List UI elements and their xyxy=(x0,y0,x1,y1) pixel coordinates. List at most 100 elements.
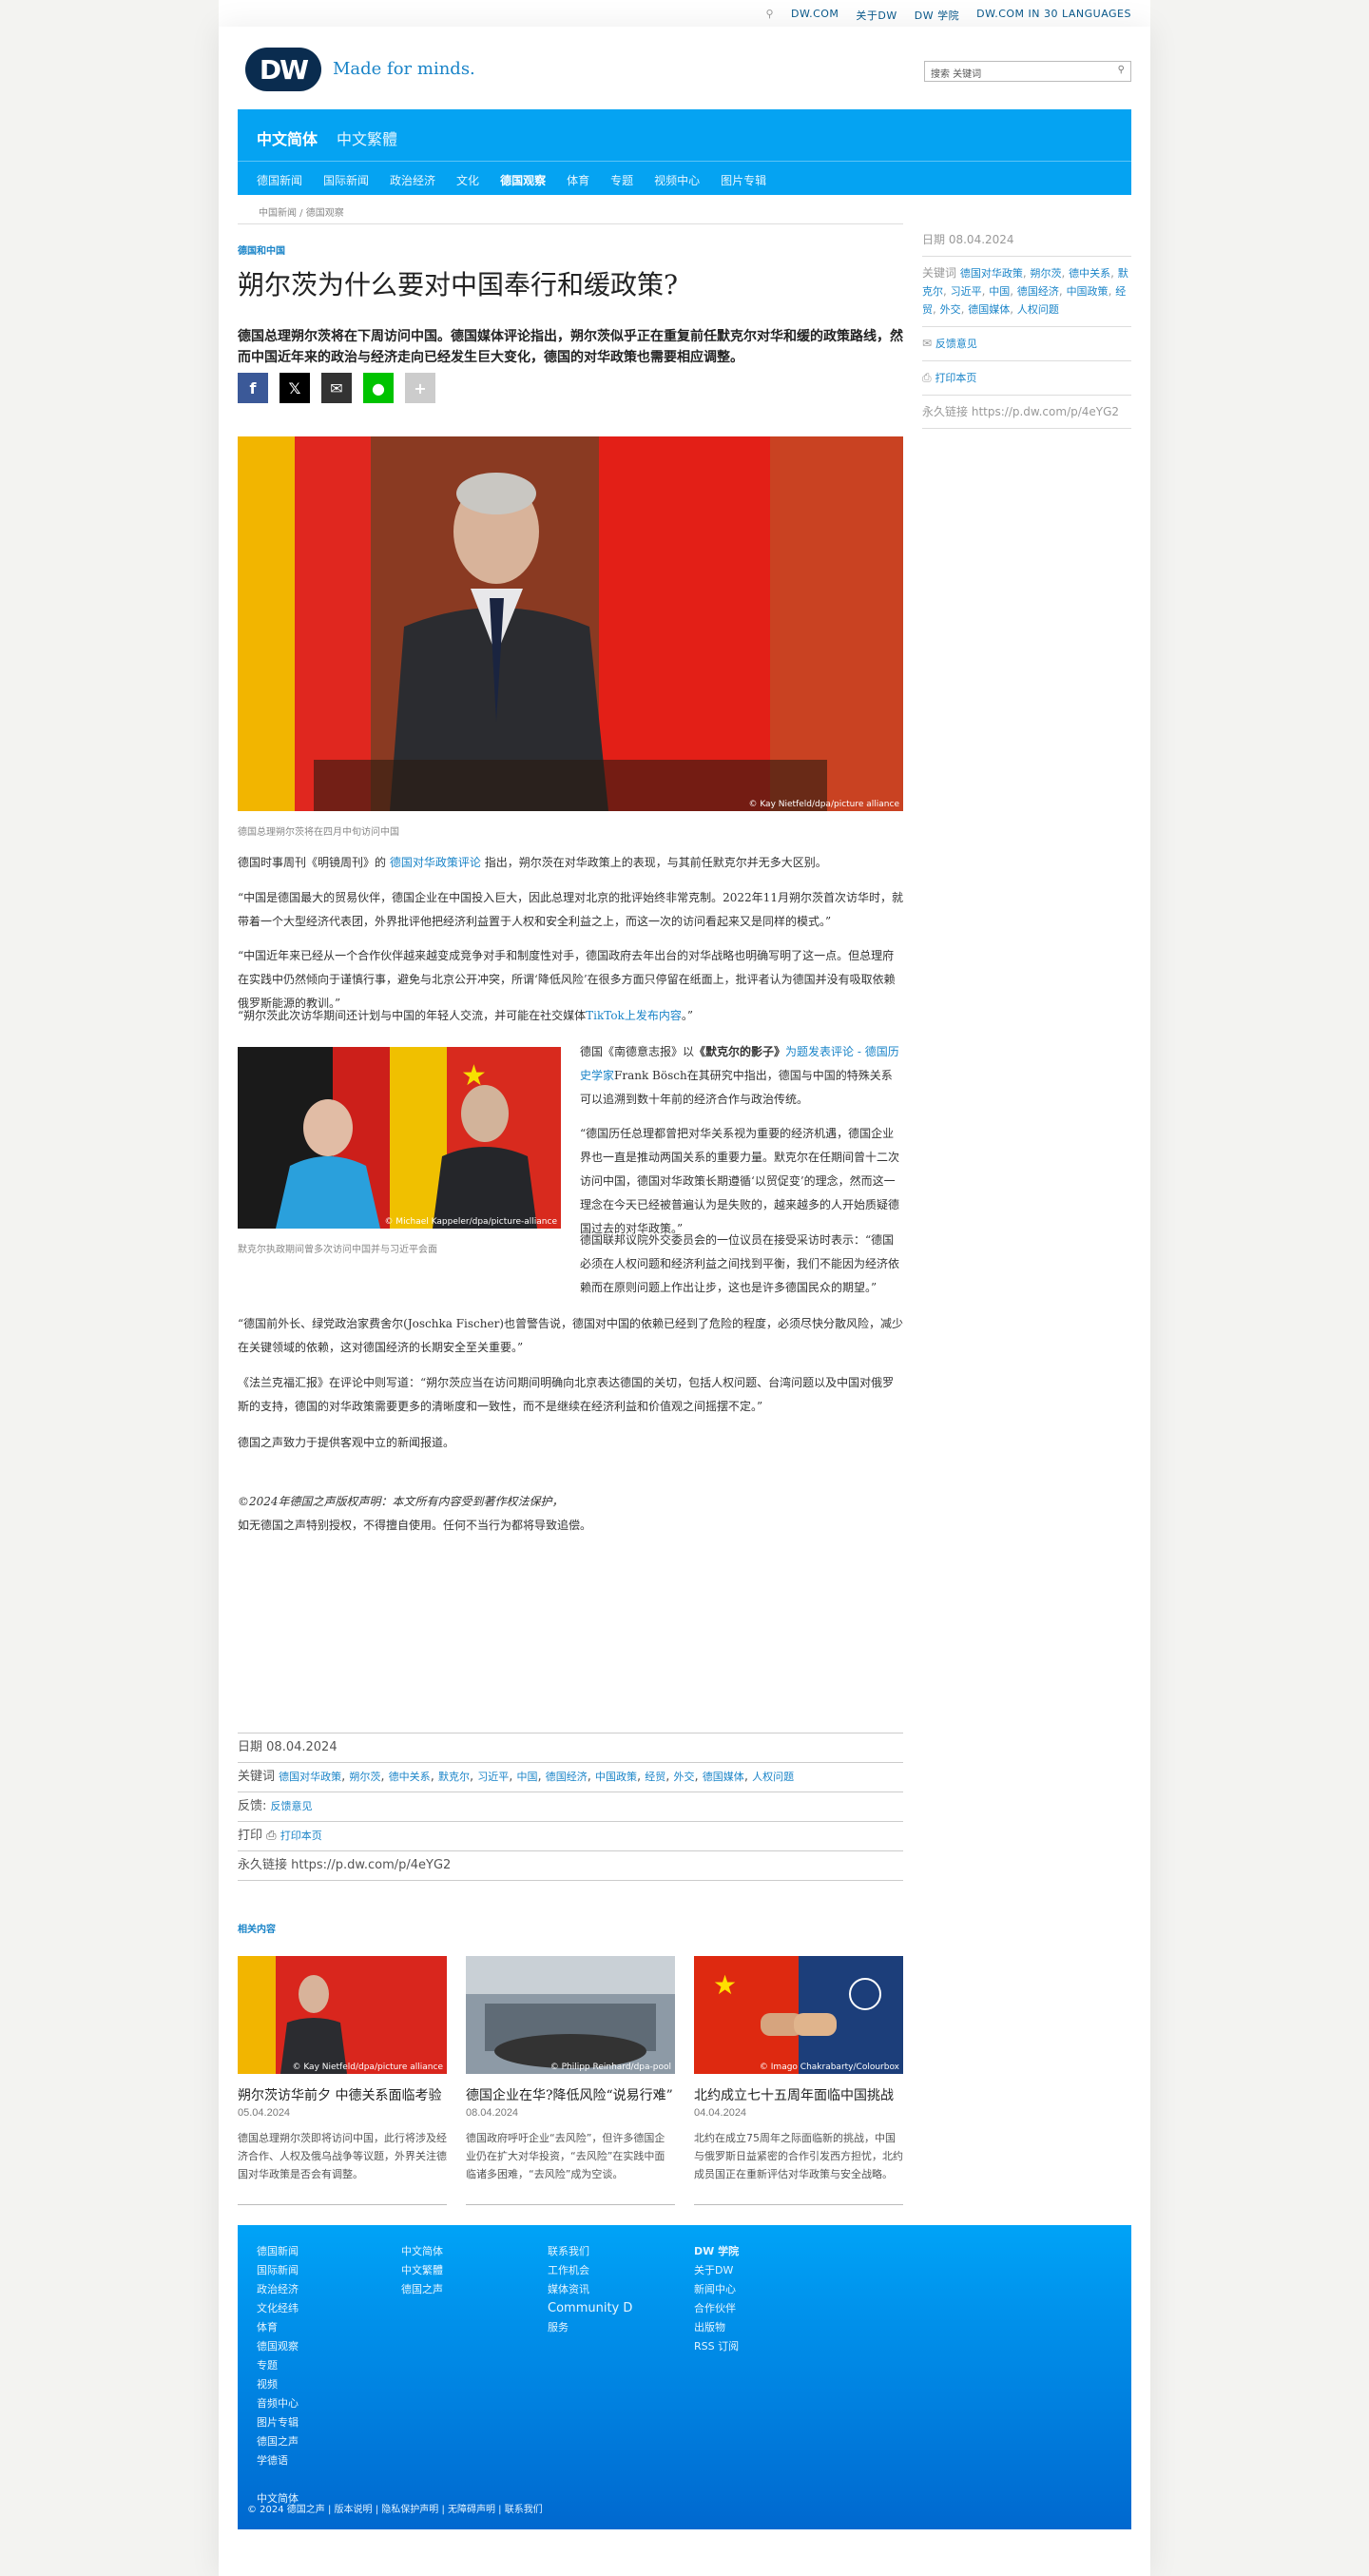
tag-link[interactable]: 中国政策 xyxy=(595,1771,637,1783)
footer-link[interactable]: 中文简体 xyxy=(401,2242,443,2261)
footer-link[interactable]: RSS 订阅 xyxy=(694,2337,739,2356)
feedback-link[interactable]: 反馈意见 xyxy=(935,338,977,350)
related-card[interactable]: ★ © Imago Chakrabarty/Colourbox 北约成立七十五周… xyxy=(694,1956,903,2205)
permalink-label: 永久链接 xyxy=(238,1858,288,1872)
footer-link[interactable]: Community D xyxy=(548,2299,632,2318)
facebook-icon[interactable]: f xyxy=(238,373,268,403)
feedback-label: 反馈 xyxy=(238,1799,263,1813)
tag-link[interactable]: 朔尔茨 xyxy=(1030,267,1061,280)
tag-link[interactable]: 德中关系 xyxy=(389,1771,431,1783)
tag-link[interactable]: 经贸 xyxy=(645,1771,665,1783)
footer-link[interactable]: DW 学院 xyxy=(694,2242,739,2261)
tag-link[interactable]: 外交 xyxy=(940,303,961,316)
footer-link[interactable]: 工作机会 xyxy=(548,2261,632,2280)
related-title[interactable]: 北约成立七十五周年面临中国挑战 04.04.2024 xyxy=(694,2085,903,2120)
feedback-link[interactable]: 反馈意见 xyxy=(271,1800,313,1812)
footer-link[interactable]: 政治经济 xyxy=(257,2280,299,2299)
tag-link[interactable]: 德中关系 xyxy=(1069,267,1110,280)
search-input[interactable]: 搜索 关键词 ⚲ xyxy=(924,61,1131,82)
footer-link[interactable]: 音频中心 xyxy=(257,2394,299,2413)
related-title-text[interactable]: 德国企业在华?降低风险“说易行难” xyxy=(466,2088,673,2103)
sidebar-print[interactable]: ⎙ 打印本页 xyxy=(922,361,1131,396)
breadcrumb[interactable]: 中国新闻 / 德国观察 xyxy=(259,204,344,219)
top-link-akademie[interactable]: DW 学院 xyxy=(915,8,959,23)
footer-link[interactable]: 体育 xyxy=(257,2318,299,2337)
sidebar-feedback[interactable]: ✉ 反馈意见 xyxy=(922,327,1131,361)
footer-link[interactable]: 德国观察 xyxy=(257,2337,299,2356)
footer-link[interactable]: 出版物 xyxy=(694,2318,739,2337)
footer-link[interactable]: 国际新闻 xyxy=(257,2261,299,2280)
tag-link[interactable]: 朔尔茨 xyxy=(349,1771,380,1783)
permalink-value[interactable]: https://p.dw.com/p/4eYG2 xyxy=(291,1858,451,1872)
footer-link[interactable]: 学德语 xyxy=(257,2451,299,2470)
related-card[interactable]: © Kay Nietfeld/dpa/picture alliance 朔尔茨访… xyxy=(238,1956,447,2205)
footer-link[interactable]: 德国之声 xyxy=(401,2280,443,2299)
top-link-dwcom[interactable]: DW.COM xyxy=(791,8,839,23)
tab-traditional[interactable]: 中文繁體 xyxy=(337,126,397,149)
footer-link[interactable]: 合作伙伴 xyxy=(694,2299,739,2318)
nav-item-culture[interactable]: 文化 xyxy=(456,172,479,188)
nav-item-gallery[interactable]: 图片专辑 xyxy=(721,172,766,188)
tag-link[interactable]: 默克尔 xyxy=(438,1771,470,1783)
nav-item-video[interactable]: 视频中心 xyxy=(654,172,700,188)
permalink-value[interactable]: https://p.dw.com/p/4eYG2 xyxy=(972,405,1119,418)
nav-item-observation[interactable]: 德国观察 xyxy=(500,172,546,188)
nav-item-world[interactable]: 国际新闻 xyxy=(323,172,369,188)
line-icon[interactable]: ● xyxy=(363,373,394,403)
top-link-about[interactable]: 关于DW xyxy=(856,8,897,23)
footer-link[interactable]: 服务 xyxy=(548,2318,632,2337)
tag-link[interactable]: 德国对华政策 xyxy=(279,1771,341,1783)
footer-link[interactable]: 新闻中心 xyxy=(694,2280,739,2299)
related-image[interactable]: © Philipp Reinhard/dpa-pool xyxy=(466,1956,675,2074)
more-share-icon[interactable]: + xyxy=(405,373,435,403)
related-title[interactable]: 朔尔茨访华前夕 中德关系面临考验 05.04.2024 xyxy=(238,2085,447,2120)
tag-link[interactable]: 德国经济 xyxy=(1017,285,1059,298)
nav-item-politics[interactable]: 政治经济 xyxy=(390,172,435,188)
related-title-text[interactable]: 朔尔茨访华前夕 中德关系面临考验 xyxy=(238,2088,441,2103)
tiktok-link[interactable]: TikTok上发布内容 xyxy=(586,1009,682,1022)
tag-link[interactable]: 德国媒体 xyxy=(703,1771,744,1783)
email-icon[interactable]: ✉ xyxy=(321,373,352,403)
nav-item-germany[interactable]: 德国新闻 xyxy=(257,172,302,188)
top-link-languages[interactable]: DW.COM IN 30 LANGUAGES xyxy=(976,8,1131,23)
search-icon[interactable]: ⚲ xyxy=(1118,65,1125,75)
related-card[interactable]: © Philipp Reinhard/dpa-pool 德国企业在华?降低风险“… xyxy=(466,1956,675,2205)
external-link-1[interactable]: 德国对华政策评论 xyxy=(390,856,481,869)
nav-item-sports[interactable]: 体育 xyxy=(567,172,589,188)
footer-link[interactable]: 图片专辑 xyxy=(257,2413,299,2432)
footer-link[interactable]: 媒体资讯 xyxy=(548,2280,632,2299)
print-link[interactable]: 打印本页 xyxy=(280,1830,322,1842)
meta-tags: 关键词 德国对华政策, 朔尔茨, 德中关系, 默克尔, 习近平, 中国, 德国经… xyxy=(238,1762,903,1792)
tag-link[interactable]: 中国政策 xyxy=(1067,285,1109,298)
related-title[interactable]: 德国企业在华?降低风险“说易行难” 08.04.2024 xyxy=(466,2085,675,2120)
related-image[interactable]: ★ © Imago Chakrabarty/Colourbox xyxy=(694,1956,903,2074)
site-header: DW Made for minds. 搜索 关键词 ⚲ xyxy=(238,38,1131,105)
footer-link[interactable]: 德国新闻 xyxy=(257,2242,299,2261)
tag-link[interactable]: 外交 xyxy=(674,1771,695,1783)
x-twitter-icon[interactable]: 𝕏 xyxy=(280,373,310,403)
tag-link[interactable]: 德国媒体 xyxy=(968,303,1010,316)
footer-link[interactable]: 德国之声 xyxy=(257,2432,299,2451)
nav-item-topics[interactable]: 专题 xyxy=(610,172,633,188)
tab-simplified[interactable]: 中文简体 xyxy=(257,126,318,149)
print-link[interactable]: 打印本页 xyxy=(935,372,976,384)
related-image[interactable]: © Kay Nietfeld/dpa/picture alliance xyxy=(238,1956,447,2074)
meta-print: 打印 ⎙ 打印本页 xyxy=(238,1821,903,1850)
tag-link[interactable]: 德国对华政策 xyxy=(960,267,1023,280)
footer-link[interactable]: 专题 xyxy=(257,2356,299,2375)
tag-link[interactable]: 习近平 xyxy=(951,285,982,298)
footer-link[interactable]: 关于DW xyxy=(694,2261,739,2280)
footer-link[interactable]: 文化经纬 xyxy=(257,2299,299,2318)
tag-link[interactable]: 习近平 xyxy=(477,1771,509,1783)
search-icon[interactable]: ⚲ xyxy=(765,8,774,23)
footer-link[interactable]: 中文繁體 xyxy=(401,2261,443,2280)
tag-link[interactable]: 人权问题 xyxy=(1017,303,1059,316)
footer-link[interactable]: 视频 xyxy=(257,2375,299,2394)
dw-logo[interactable]: DW xyxy=(245,48,321,91)
tag-link[interactable]: 人权问题 xyxy=(752,1771,794,1783)
related-title-text[interactable]: 北约成立七十五周年面临中国挑战 xyxy=(694,2088,894,2103)
footer-link[interactable]: 联系我们 xyxy=(548,2242,632,2261)
tag-link[interactable]: 中国 xyxy=(516,1771,537,1783)
tag-link[interactable]: 德国经济 xyxy=(546,1771,588,1783)
tag-link[interactable]: 中国 xyxy=(989,285,1010,298)
